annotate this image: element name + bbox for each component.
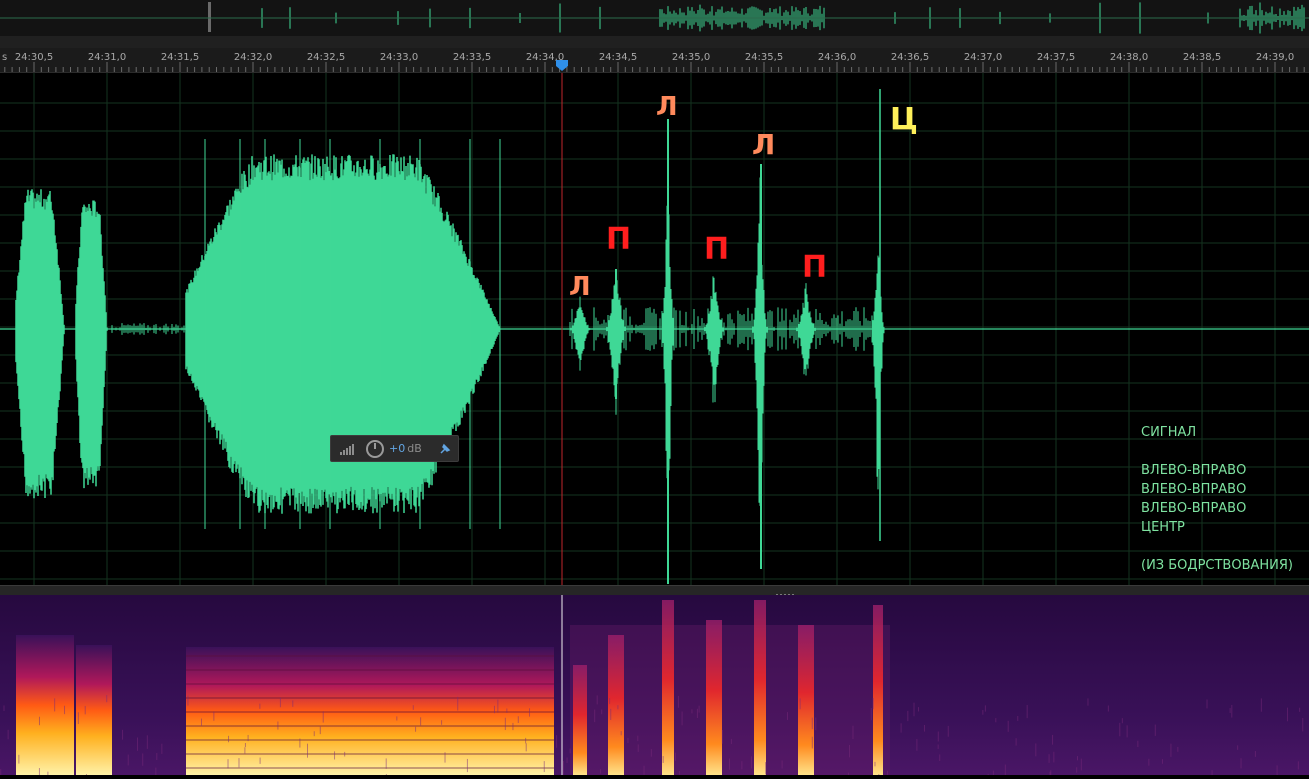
legend-line: ВЛЕВО-ВПРАВО xyxy=(1141,463,1247,478)
legend-line: СИГНАЛ xyxy=(1141,425,1197,440)
gain-unit: dB xyxy=(407,442,422,455)
overview-strip[interactable] xyxy=(0,0,1309,36)
marker-l-1: Л xyxy=(569,272,591,302)
legend-line xyxy=(1141,537,1293,556)
spectrogram-canvas xyxy=(0,595,1309,779)
legend-line: ЦЕНТР xyxy=(1141,520,1185,535)
legend-line: ВЛЕВО-ВПРАВО xyxy=(1141,482,1247,497)
marker-l-2: Л xyxy=(656,92,678,122)
marker-p-1: П xyxy=(606,222,632,257)
annotation-legend: СИГНАЛ ВЛЕВО-ВПРАВО ВЛЕВО-ВПРАВО ВЛЕВО-В… xyxy=(1141,423,1293,575)
overview-scroll-track[interactable] xyxy=(0,36,1309,48)
volume-knob-icon[interactable] xyxy=(365,439,385,459)
level-meter-icon xyxy=(340,443,354,455)
marker-p-3: П xyxy=(802,250,828,285)
overview-waveform xyxy=(0,2,1309,34)
legend-line: ВЛЕВО-ВПРАВО xyxy=(1141,501,1247,516)
pin-icon[interactable] xyxy=(438,442,452,456)
spectrogram-view[interactable] xyxy=(0,595,1309,779)
marker-p-2: П xyxy=(704,232,730,267)
waveform-view[interactable] xyxy=(0,73,1309,585)
playhead-handle[interactable] xyxy=(0,48,1309,72)
marker-c: Ц xyxy=(890,102,918,137)
gain-hud[interactable]: +0 dB xyxy=(330,435,459,462)
overview-viewport-marker xyxy=(208,2,211,32)
legend-line: (ИЗ БОДРСТВОВАНИЯ) xyxy=(1141,558,1293,573)
gain-value[interactable]: +0 xyxy=(389,442,405,455)
marker-l-3: Л xyxy=(752,128,776,161)
time-ruler[interactable]: s 24:30,5 24:31,0 24:31,5 24:32,0 24:32,5 24:… xyxy=(0,48,1309,73)
legend-line xyxy=(1141,442,1293,461)
waveform-canvas xyxy=(0,73,1309,585)
